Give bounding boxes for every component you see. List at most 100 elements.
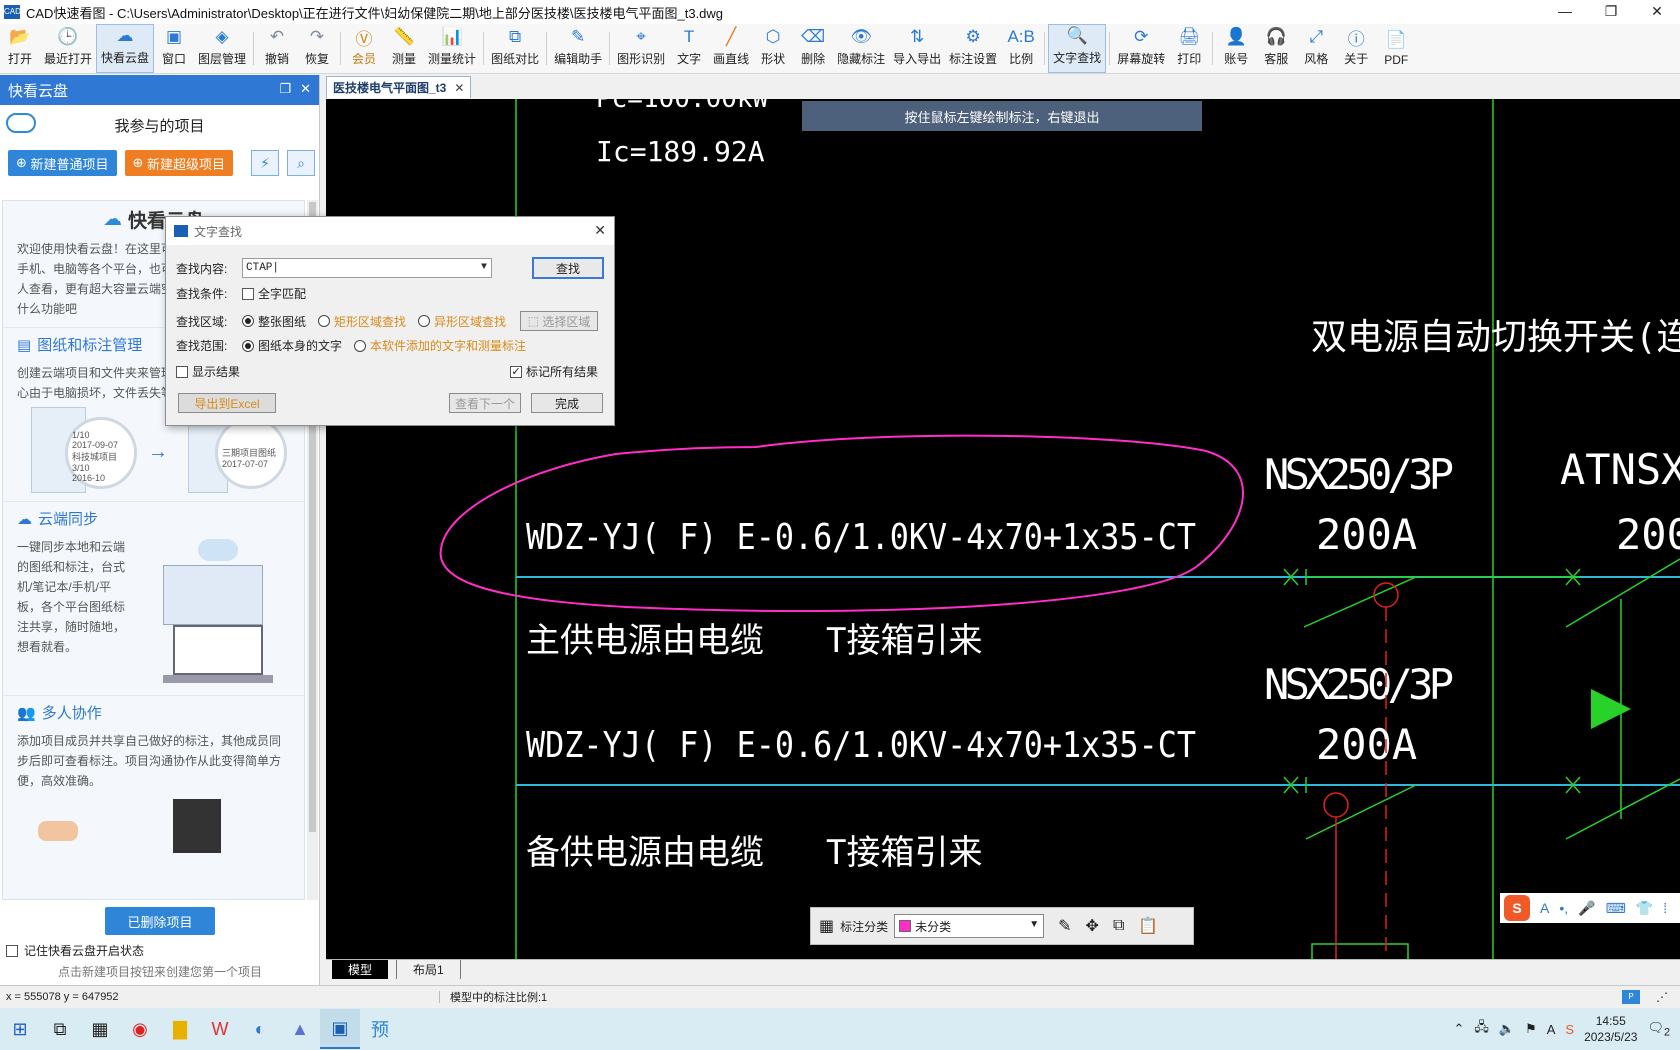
switch-label: 双电源自动切换开关(连体式) — [1311, 317, 1680, 358]
toolbar-shape-button[interactable]: ⬡ 形状 — [753, 24, 793, 73]
toolbar-account-button[interactable]: 👤 账号 — [1216, 24, 1256, 73]
import-export-icon: ⇅ — [910, 27, 925, 46]
toolbar-vip-button[interactable]: Ⓥ 会员 — [344, 24, 384, 73]
task-view-icon[interactable]: ⧉ — [40, 1009, 80, 1049]
toolbar-shape-recog-button[interactable]: ⌖ 图形识别 — [613, 24, 669, 73]
toolbar-style-button[interactable]: ⤢ 风格 — [1296, 24, 1336, 73]
toolbar-text-search-button[interactable]: 🔍 文字查找 — [1048, 24, 1107, 73]
toolbar-text-button[interactable]: T 文字 — [669, 24, 709, 73]
print-icon: 🖨 — [1178, 27, 1200, 46]
file-explorer-icon[interactable]: ▇ — [160, 1009, 200, 1049]
toolbar-service-button[interactable]: 🎧 客服 — [1256, 24, 1296, 73]
clock[interactable]: 14:55 2023/5/23 — [1584, 1013, 1637, 1045]
edit-icon[interactable]: ✎ — [1058, 916, 1071, 936]
sync-icon[interactable]: ⚡ — [251, 150, 280, 176]
ime-punct-icon[interactable]: •, — [1559, 900, 1568, 916]
sogou-icon[interactable]: S — [1504, 895, 1530, 921]
area-whole-radio[interactable] — [242, 315, 254, 327]
restore-button[interactable]: ❐ — [1588, 0, 1634, 24]
select-area-button[interactable]: ⬚ 选择区域 — [520, 311, 599, 331]
paste-icon[interactable]: 📋 — [1138, 916, 1158, 936]
toolbar-import-export-button[interactable]: ⇅ 导入导出 — [889, 24, 945, 73]
toolbar-measure-button[interactable]: 📏 测量 — [384, 24, 424, 73]
toolbar-hide-marks-button[interactable]: 👁 隐藏标注 — [833, 24, 889, 73]
minimize-button[interactable]: — — [1542, 0, 1588, 24]
area-irregular-radio[interactable] — [418, 315, 431, 327]
next-result-button[interactable]: 查看下一个 — [449, 393, 521, 413]
toolbar-recent-button[interactable]: 🕒 最近打开 — [40, 24, 96, 73]
netease-music-icon[interactable]: ◉ — [120, 1009, 160, 1049]
toolbar-window-button[interactable]: ▣ 窗口 — [154, 24, 194, 73]
network-icon[interactable]: 🖧 — [1474, 1018, 1489, 1040]
export-excel-button[interactable]: 导出到Excel — [178, 393, 276, 413]
toolbar-about-button[interactable]: ⓘ 关于 — [1336, 24, 1376, 73]
toolbar-redo-button[interactable]: ↷ 恢复 — [297, 24, 337, 73]
scope-added-radio[interactable] — [354, 339, 367, 352]
ime-app-icon[interactable]: ▲ — [280, 1009, 320, 1049]
exact-match-checkbox[interactable] — [242, 287, 254, 300]
dropdown-arrow-icon[interactable]: ▼ — [481, 259, 487, 277]
close-panel-icon[interactable]: ✕ — [300, 81, 311, 97]
toolbar-erase-button[interactable]: ⌫ 删除 — [793, 24, 833, 73]
grid-icon[interactable]: ▦ — [819, 916, 834, 936]
close-tab-icon[interactable]: ✕ — [454, 81, 464, 95]
remember-checkbox[interactable] — [6, 944, 18, 957]
mic-icon[interactable]: 🎤 — [1578, 900, 1595, 917]
new-super-project-button[interactable]: ⊕ 新建超级项目 — [124, 150, 234, 176]
toolbar-cloud-button[interactable]: ☁ 快看云盘 — [96, 24, 155, 73]
keyboard-icon[interactable]: ⌨ — [1606, 900, 1626, 917]
area-rect-radio[interactable] — [318, 315, 331, 327]
toolbar-pdf-button[interactable]: 📄 PDF — [1376, 24, 1416, 73]
wps-icon[interactable]: W — [200, 1009, 240, 1049]
dialog-close-icon[interactable]: ✕ — [594, 222, 606, 239]
antivirus-icon[interactable]: ⚑ — [1525, 1021, 1537, 1037]
deleted-projects-button[interactable]: 已删除项目 — [105, 907, 215, 935]
toolbar-line-button[interactable]: ╱ 画直线 — [709, 24, 753, 73]
toolbar-scale-button[interactable]: A:B 比例 — [1001, 24, 1041, 73]
toolbar-mark-settings-button[interactable]: ⚙ 标注设置 — [945, 24, 1001, 73]
mark-all-checkbox[interactable]: ✓ — [510, 365, 522, 378]
preview-app-icon[interactable]: 预 — [360, 1009, 400, 1049]
start-icon[interactable]: ⊞ — [0, 1009, 40, 1049]
tray-expand-icon[interactable]: ⌃ — [1453, 1021, 1464, 1037]
find-input[interactable]: CTAP| ▼ — [242, 258, 492, 278]
toolbar-print-button[interactable]: 🖨 打印 — [1169, 24, 1209, 73]
tab-model[interactable]: 模型 — [332, 960, 389, 979]
toolbar-separator — [1044, 32, 1046, 65]
ime-menu-icon[interactable]: ⁞ — [1663, 900, 1667, 916]
annotation-category-select[interactable]: 未分类 ▼ — [894, 914, 1045, 938]
find-button[interactable]: 查找 — [532, 257, 604, 279]
toolbar-assistant-button[interactable]: ✎ 编辑助手 — [550, 24, 606, 73]
status-mode-icon[interactable]: P — [1622, 989, 1640, 1004]
resize-grip-icon[interactable]: ⋰ — [1656, 990, 1668, 1004]
toolbar-compare-button[interactable]: ⧉ 图纸对比 — [487, 24, 543, 73]
done-button[interactable]: 完成 — [531, 393, 603, 413]
sogou-tray-icon[interactable]: S — [1565, 1022, 1574, 1037]
cad-app-icon[interactable]: ▣ — [320, 1009, 360, 1049]
close-button[interactable]: ✕ — [1634, 0, 1680, 24]
scope-self-radio[interactable] — [242, 339, 254, 352]
tab-drawing[interactable]: 医技楼电气平面图_t3 ✕ — [326, 76, 472, 98]
move-icon[interactable]: ✥ — [1086, 916, 1099, 936]
toolbar-open-button[interactable]: 📂 打开 — [0, 24, 40, 73]
toolbar-measure-stats-button[interactable]: 📊 测量统计 — [424, 24, 480, 73]
drawing-tab-label: 医技楼电气平面图_t3 — [333, 81, 447, 95]
toolbar-layers-button[interactable]: ◈ 图层管理 — [194, 24, 250, 73]
tab-layout1[interactable]: 布局1 — [396, 960, 461, 979]
ime-mode-icon[interactable]: A — [1547, 1022, 1556, 1037]
copy-icon[interactable]: ⧉ — [1113, 917, 1124, 935]
new-normal-project-button[interactable]: ⊕ 新建普通项目 — [8, 150, 117, 176]
sogou-browser-icon[interactable]: ◐ — [240, 1009, 280, 1049]
search-icon[interactable]: ⌕ — [287, 150, 316, 176]
toolbar-undo-button[interactable]: ↶ 撤销 — [257, 24, 297, 73]
ime-lang-icon[interactable]: A — [1540, 900, 1549, 916]
toolbar-rotate-button[interactable]: ⟳ 屏幕旋转 — [1113, 24, 1169, 73]
volume-icon[interactable]: 🔈 — [1499, 1021, 1515, 1037]
calculator-icon[interactable]: ▦ — [80, 1009, 120, 1049]
find-content-row: 查找内容: CTAP| ▼ 查找 — [176, 257, 604, 279]
restore-panel-icon[interactable]: ❐ — [279, 81, 291, 97]
notification-icon[interactable]: 🗨2 — [1647, 1020, 1670, 1039]
skin-icon[interactable]: 👕 — [1636, 900, 1653, 917]
title-bar: CAD CAD快速看图 - C:\Users\Administrator\Des… — [0, 0, 1680, 24]
show-results-checkbox[interactable] — [176, 365, 188, 378]
